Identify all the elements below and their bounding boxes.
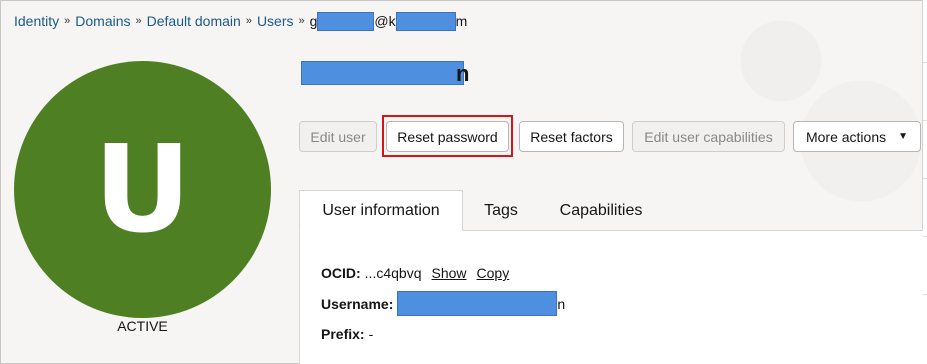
breadcrumb-separator: » bbox=[135, 15, 142, 27]
more-actions-label: More actions bbox=[805, 128, 887, 145]
redaction-block bbox=[301, 61, 464, 85]
breadcrumb-separator: » bbox=[245, 15, 252, 27]
breadcrumb-identity[interactable]: Identity bbox=[14, 13, 59, 29]
edit-user-capabilities-button[interactable]: Edit user capabilities bbox=[632, 121, 785, 152]
breadcrumb-current-part: m bbox=[455, 13, 468, 29]
tab-capabilities[interactable]: Capabilities bbox=[546, 190, 656, 231]
username-row: Username: n bbox=[321, 291, 565, 316]
reset-factors-button[interactable]: Reset factors bbox=[519, 121, 624, 152]
redaction-block bbox=[397, 291, 558, 316]
user-avatar: U bbox=[14, 61, 271, 318]
page-title: n bbox=[456, 61, 470, 86]
prefix-label: Prefix: bbox=[321, 326, 365, 342]
tab-divider bbox=[463, 230, 923, 231]
caret-down-icon: ▼ bbox=[898, 131, 909, 142]
username-label: Username: bbox=[321, 295, 394, 312]
breadcrumb-current-part: @k bbox=[374, 13, 396, 29]
redaction-block bbox=[317, 11, 375, 31]
highlight-annotation bbox=[382, 115, 513, 157]
breadcrumb-current-user: g @k m bbox=[309, 11, 468, 31]
prefix-value: - bbox=[368, 326, 374, 342]
breadcrumb-users[interactable]: Users bbox=[257, 13, 294, 29]
user-status: ACTIVE bbox=[117, 318, 168, 334]
ocid-label: OCID: bbox=[321, 265, 361, 281]
more-actions-button[interactable]: More actions ▼ bbox=[793, 121, 921, 152]
breadcrumb: Identity » Domains » Default domain » Us… bbox=[14, 11, 468, 31]
breadcrumb-default-domain[interactable]: Default domain bbox=[147, 13, 241, 29]
copy-ocid-link[interactable]: Copy bbox=[477, 265, 510, 281]
username-value-tail: n bbox=[557, 295, 566, 312]
prefix-row: Prefix: - bbox=[321, 326, 373, 342]
breadcrumb-separator: » bbox=[64, 15, 71, 27]
breadcrumb-current-part: g bbox=[309, 13, 318, 29]
edit-user-button[interactable]: Edit user bbox=[299, 121, 377, 152]
breadcrumb-separator: » bbox=[298, 15, 305, 27]
ocid-value: ...c4qbvq bbox=[364, 265, 422, 281]
breadcrumb-domains[interactable]: Domains bbox=[75, 13, 130, 29]
tab-tags[interactable]: Tags bbox=[473, 190, 529, 231]
show-ocid-link[interactable]: Show bbox=[432, 265, 467, 281]
avatar-letter: U bbox=[93, 120, 192, 260]
redaction-block bbox=[395, 11, 456, 31]
ocid-row: OCID: ...c4qbvq Show Copy bbox=[321, 265, 509, 281]
tab-user-information[interactable]: User information bbox=[299, 190, 463, 231]
